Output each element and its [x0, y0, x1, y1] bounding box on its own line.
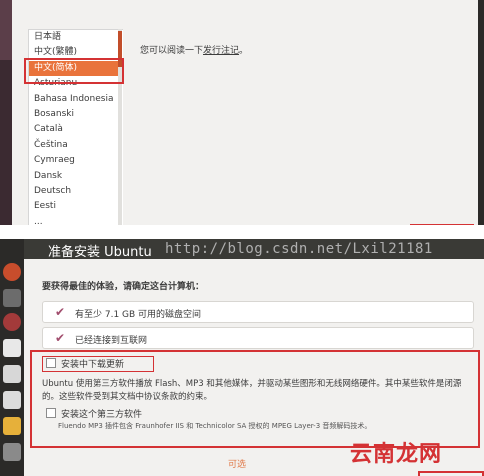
launcher-icon-7[interactable]	[3, 417, 21, 435]
language-panel: 日本語 中文(繁體) 中文(简体) Asturianu Bahasa Indonesia…	[0, 0, 484, 226]
launcher-icon-5[interactable]	[3, 365, 21, 383]
launcher-icon-4[interactable]	[3, 339, 21, 357]
language-item[interactable]: Čeština	[29, 138, 123, 153]
check-icon: ✔	[55, 331, 66, 345]
download-updates-label[interactable]: 安装中下载更新	[61, 357, 124, 370]
download-updates-checkbox[interactable]	[46, 358, 56, 368]
check-icon: ✔	[55, 305, 66, 319]
site-watermark: 云南龙网	[350, 442, 443, 467]
requirement-label: 有至少 7.1 GB 可用的磁盘空间	[75, 310, 202, 320]
third-party-description: Ubuntu 使用第三方软件播放 Flash、MP3 和其他媒体，并驱动某些图形…	[42, 379, 462, 402]
window-title: 准备安装 Ubuntu	[48, 245, 152, 260]
release-notes-link[interactable]: 发行注记	[203, 46, 239, 56]
launcher-icon-3[interactable]	[3, 313, 21, 331]
language-item[interactable]: Eesti	[29, 199, 123, 214]
language-item[interactable]: Bosanski	[29, 107, 123, 122]
continue-button-highlight-bottom	[418, 471, 484, 476]
launcher-icon-2[interactable]	[3, 289, 21, 307]
selected-language-highlight	[24, 58, 124, 84]
left-edge	[0, 0, 12, 225]
launcher	[0, 239, 24, 476]
prepare-install-panel: 准备安装 Ubuntu http://blog.csdn.net/Lxil211…	[0, 239, 484, 476]
requirements-title: 要获得最佳的体验，请确定这台计算机：	[42, 282, 205, 292]
separator	[0, 225, 484, 239]
requirement-label: 已经连接到互联网	[75, 336, 148, 346]
language-item[interactable]: 日本語	[29, 30, 123, 45]
requirement-row: ✔ 已经连接到互联网	[42, 327, 474, 349]
notes-suffix: 。	[239, 46, 249, 56]
third-party-checkbox[interactable]	[46, 408, 56, 418]
third-party-label[interactable]: 安装这个第三方软件	[61, 407, 142, 420]
launcher-icon-8[interactable]	[3, 443, 21, 461]
language-item[interactable]: Dansk	[29, 169, 123, 184]
mp3-note: Fluendo MP3 插件包含 Fraunhofer IIS 和 Techni…	[58, 422, 372, 430]
right-edge	[478, 0, 484, 225]
language-item[interactable]: Bahasa Indonesia	[29, 92, 123, 107]
language-item[interactable]: Deutsch	[29, 184, 123, 199]
language-item[interactable]: Cymraeg	[29, 153, 123, 168]
watermark: http://blog.csdn.net/Lxil21181	[165, 241, 433, 257]
launcher-icon-6[interactable]	[3, 391, 21, 409]
release-notes-text: 您可以阅读一下发行注记。	[140, 43, 248, 56]
launcher-icon-1[interactable]	[3, 263, 21, 281]
requirement-row: ✔ 有至少 7.1 GB 可用的磁盘空间	[42, 301, 474, 323]
optional-label: 可选	[228, 460, 247, 470]
language-item[interactable]: Català	[29, 122, 123, 137]
notes-prefix: 您可以阅读一下	[140, 46, 204, 56]
